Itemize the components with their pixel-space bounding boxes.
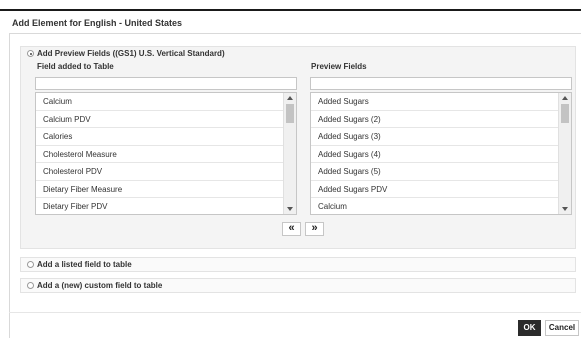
list-item[interactable]: Dietary Fiber Measure <box>36 181 283 198</box>
custom-field-option-label[interactable]: Add a (new) custom field to table <box>37 281 162 290</box>
dialog-title: Add Element for English - United States <box>12 18 183 28</box>
scrollbar-thumb[interactable] <box>561 104 569 123</box>
fields-added-list[interactable]: Calcium Calcium PDV Calories Cholesterol… <box>35 92 297 215</box>
list-item[interactable]: Calcium PDV <box>36 111 283 128</box>
list-item[interactable]: Calcium <box>311 198 558 214</box>
ok-button[interactable]: OK <box>518 320 541 336</box>
move-right-button[interactable]: » <box>305 222 324 236</box>
list-item[interactable]: Cholesterol Measure <box>36 146 283 163</box>
title-divider <box>9 33 581 34</box>
scroll-up-icon[interactable] <box>562 96 568 100</box>
scroll-down-icon[interactable] <box>562 207 568 211</box>
list-item[interactable]: Added Sugars (2) <box>311 111 558 128</box>
custom-field-radio[interactable] <box>27 282 34 289</box>
list-item[interactable]: Dietary Fiber PDV <box>36 198 283 214</box>
listed-field-option-label[interactable]: Add a listed field to table <box>37 260 132 269</box>
cancel-button[interactable]: Cancel <box>545 320 579 336</box>
scroll-down-icon[interactable] <box>287 207 293 211</box>
left-filter-input[interactable] <box>35 77 297 90</box>
preview-fields-header: Preview Fields <box>311 62 367 71</box>
move-left-button[interactable]: « <box>282 222 301 236</box>
left-list-scrollbar[interactable] <box>283 93 296 214</box>
field-added-header: Field added to Table <box>37 62 114 71</box>
list-item[interactable]: Added Sugars PDV <box>311 181 558 198</box>
window-top-border <box>0 9 581 11</box>
listed-field-radio[interactable] <box>27 261 34 268</box>
preview-fields-list[interactable]: Added Sugars Added Sugars (2) Added Suga… <box>310 92 572 215</box>
footer-divider <box>9 312 581 313</box>
right-list-scrollbar[interactable] <box>558 93 571 214</box>
list-item[interactable]: Added Sugars <box>311 93 558 111</box>
preview-fields-option-label[interactable]: Add Preview Fields ((GS1) U.S. Vertical … <box>37 49 225 58</box>
right-filter-input[interactable] <box>310 77 572 90</box>
list-item[interactable]: Added Sugars (3) <box>311 128 558 146</box>
list-item[interactable]: Added Sugars (4) <box>311 146 558 163</box>
list-item[interactable]: Calories <box>36 128 283 146</box>
preview-fields-radio[interactable] <box>27 50 34 57</box>
scrollbar-thumb[interactable] <box>286 104 294 123</box>
scroll-up-icon[interactable] <box>287 96 293 100</box>
list-item[interactable]: Calcium <box>36 93 283 111</box>
left-divider <box>9 33 10 338</box>
list-item[interactable]: Cholesterol PDV <box>36 163 283 181</box>
list-item[interactable]: Added Sugars (5) <box>311 163 558 181</box>
